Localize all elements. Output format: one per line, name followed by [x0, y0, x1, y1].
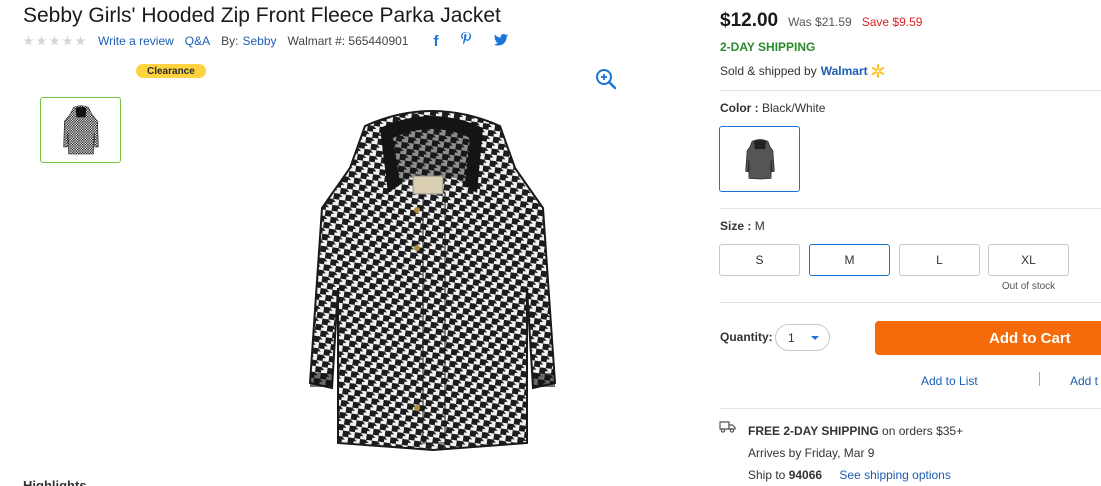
free-shipping-rest: on orders $35+ [878, 424, 964, 438]
ship-to-label: Ship to [748, 468, 789, 482]
sold-by: Sold & shipped by Walmart [720, 64, 885, 78]
walmart-spark-icon [871, 64, 884, 78]
divider [720, 408, 1101, 409]
product-meta-row: Write a review Q&A By: Sebby Walmart #: … [23, 32, 509, 50]
action-separator [1039, 372, 1040, 386]
rating-stars[interactable] [23, 35, 86, 47]
size-button-xl[interactable]: XL [988, 244, 1069, 276]
star-icon [49, 35, 60, 46]
write-review-link[interactable]: Write a review [98, 34, 174, 48]
product-main-image [308, 110, 557, 452]
jacket-thumbnail-image [62, 105, 99, 155]
star-icon [62, 35, 73, 46]
divider [720, 90, 1101, 91]
twitter-icon[interactable] [494, 33, 509, 50]
free-shipping-bold: FREE 2-DAY SHIPPING [748, 424, 879, 438]
ship-to-line: Ship to 94066 See shipping options [748, 464, 963, 486]
size-button-m[interactable]: M [809, 244, 890, 276]
chevron-down-icon [811, 335, 819, 340]
size-option-label: Size : M [720, 219, 765, 233]
divider [720, 208, 1101, 209]
price-block: $12.00 Was $21.59 Save $9.59 [720, 10, 922, 32]
two-day-shipping-badge: 2-DAY SHIPPING [720, 40, 816, 54]
walmart-number: Walmart #: 565440901 [287, 34, 409, 48]
color-value: Black/White [762, 101, 826, 115]
star-icon [36, 35, 47, 46]
xl-out-of-stock-note: Out of stock [1001, 281, 1056, 292]
was-price: Was $21.59 [788, 15, 852, 29]
product-thumbnail[interactable] [40, 97, 121, 163]
quantity-value: 1 [788, 330, 795, 345]
product-title: Sebby Girls' Hooded Zip Front Fleece Par… [23, 4, 501, 27]
color-option-label: Color : Black/White [720, 101, 825, 115]
highlights-heading: Highlights [23, 478, 87, 486]
zoom-in-icon[interactable] [595, 68, 617, 90]
add-to-list-link[interactable]: Add to List [921, 374, 978, 388]
current-price: $12.00 [720, 10, 779, 31]
sold-by-label: Sold & shipped by [720, 64, 817, 78]
arrival-date: Arrives by Friday, Mar 9 [748, 446, 875, 460]
by-label: By: [221, 34, 239, 48]
qa-link[interactable]: Q&A [185, 34, 210, 48]
divider [720, 302, 1101, 303]
size-value: M [754, 219, 765, 233]
truck-icon [719, 421, 736, 433]
color-label: Color : [720, 101, 759, 115]
ship-to-zip[interactable]: 94066 [789, 468, 822, 482]
jacket-swatch-image [744, 139, 775, 180]
free-shipping-line: FREE 2-DAY SHIPPING on orders $35+ [748, 420, 963, 442]
seller-link[interactable]: Walmart [821, 64, 868, 78]
social-share: f [433, 32, 509, 50]
size-button-l[interactable]: L [899, 244, 980, 276]
pinterest-icon[interactable] [460, 32, 472, 50]
add-to-registry-link[interactable]: Add t [1070, 374, 1098, 388]
star-icon [23, 35, 34, 46]
save-amount: Save $9.59 [861, 15, 923, 29]
quantity-select[interactable]: 1 [775, 324, 830, 351]
color-swatch-black-white[interactable] [719, 126, 800, 192]
size-button-s[interactable]: S [719, 244, 800, 276]
brand-link[interactable]: Sebby [242, 34, 276, 48]
see-shipping-options-link[interactable]: See shipping options [839, 468, 950, 482]
add-to-cart-button[interactable]: Add to Cart [875, 321, 1101, 355]
star-icon [75, 35, 86, 46]
clearance-badge: Clearance [136, 64, 206, 78]
shipping-info: FREE 2-DAY SHIPPING on orders $35+ Arriv… [748, 420, 963, 486]
quantity-label: Quantity: [720, 330, 773, 344]
size-label: Size : [720, 219, 752, 233]
facebook-icon[interactable]: f [433, 33, 438, 50]
